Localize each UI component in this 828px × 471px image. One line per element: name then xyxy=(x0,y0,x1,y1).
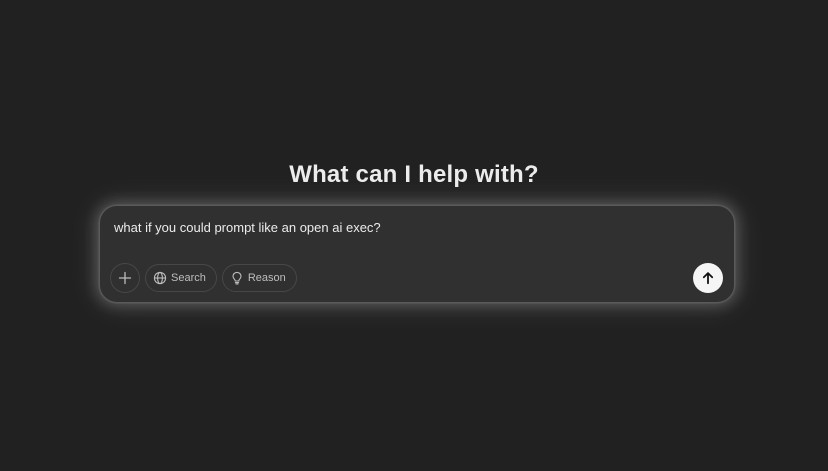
prompt-input[interactable]: what if you could prompt like an open ai… xyxy=(114,220,381,236)
plus-icon xyxy=(118,271,132,285)
page-title: What can I help with? xyxy=(289,161,539,188)
add-attachment-button[interactable] xyxy=(110,263,140,293)
globe-icon xyxy=(153,271,167,285)
arrow-up-icon xyxy=(702,272,714,285)
search-label: Search xyxy=(171,272,206,284)
lightbulb-icon xyxy=(232,271,242,285)
search-button[interactable]: Search xyxy=(145,264,217,292)
composer-toolbar: Search Reason xyxy=(110,263,297,293)
send-button[interactable] xyxy=(693,263,723,293)
reason-label: Reason xyxy=(247,272,286,284)
reason-button[interactable]: Reason xyxy=(221,264,297,292)
prompt-composer[interactable]: what if you could prompt like an open ai… xyxy=(99,205,735,303)
chat-home: What can I help with? what if you could … xyxy=(0,0,828,471)
